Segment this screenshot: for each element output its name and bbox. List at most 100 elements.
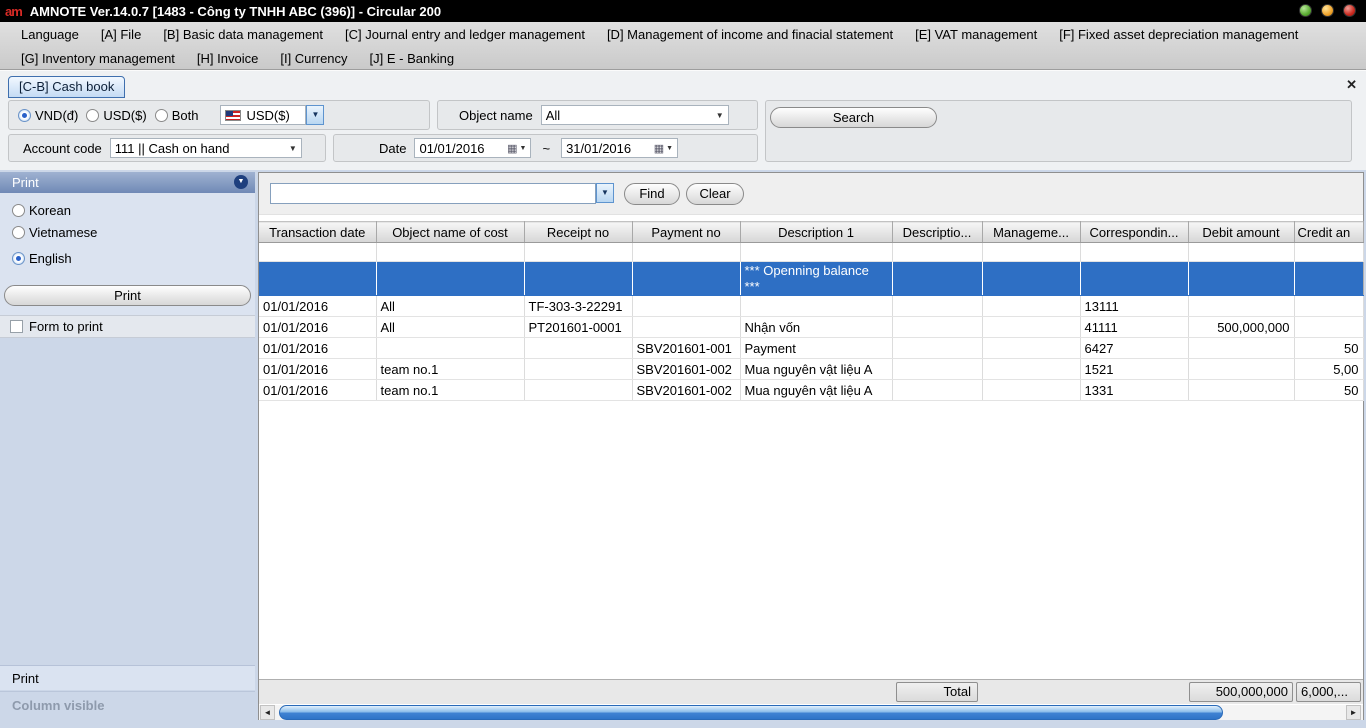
menu-row-1: Language [A] File [B] Basic data managem…: [0, 22, 1366, 46]
scroll-left-icon[interactable]: ◄: [260, 705, 275, 720]
menu-item-journal-entry[interactable]: [C] Journal entry and ledger management: [334, 27, 596, 42]
account-code-select[interactable]: 111 || Cash on hand ▼: [109, 138, 302, 158]
column-header-credit-amount[interactable]: Credit an: [1294, 221, 1364, 243]
print-button[interactable]: Print: [4, 285, 251, 306]
scroll-right-icon[interactable]: ►: [1346, 705, 1361, 720]
radio-korean[interactable]: [12, 203, 25, 217]
table-row[interactable]: 01/01/2016 All TF-303-3-22291 13111: [259, 295, 1364, 317]
column-header-management[interactable]: Manageme...: [982, 221, 1081, 243]
filter-zone: [C-B] Cash book ✕ VND(đ) USD($) Both USD…: [0, 70, 1366, 170]
menu-item-file[interactable]: [A] File: [90, 27, 152, 42]
column-header-description-1[interactable]: Description 1: [740, 221, 893, 243]
date-from-field[interactable]: 01/01/2016 ▦ ▼: [414, 138, 532, 158]
date-panel: Date 01/01/2016 ▦ ▼ ~ 31/01/2016 ▦ ▼: [333, 134, 758, 162]
column-header-corresponding[interactable]: Correspondin...: [1080, 221, 1189, 243]
object-name-panel: Object name All ▼: [437, 100, 758, 130]
menu-item-income-statement[interactable]: [D] Management of income and finacial st…: [596, 27, 904, 42]
find-input-dropdown-button[interactable]: ▼: [596, 183, 614, 203]
menu-item-invoice[interactable]: [H] Invoice: [186, 51, 269, 66]
table-header-row: Transaction date Object name of cost Rec…: [259, 221, 1364, 243]
currency-filter-panel: VND(đ) USD($) Both USD($) ▼: [8, 100, 430, 130]
column-header-transaction-date[interactable]: Transaction date: [259, 221, 377, 243]
column-header-payment-no[interactable]: Payment no: [632, 221, 741, 243]
radio-usd[interactable]: [86, 108, 100, 122]
menu-item-language[interactable]: Language: [10, 27, 90, 42]
radio-vietnamese[interactable]: [12, 225, 25, 239]
radio-english[interactable]: [12, 251, 25, 265]
radio-usd-label: USD($): [103, 107, 147, 123]
window-button-minimize[interactable]: [1299, 4, 1312, 17]
scrollbar-thumb[interactable]: [279, 705, 1223, 720]
date-label: Date: [379, 140, 407, 156]
close-icon[interactable]: ✕: [1346, 77, 1357, 93]
menu-item-basic-data[interactable]: [B] Basic data management: [152, 27, 334, 42]
find-button[interactable]: Find: [624, 183, 680, 205]
column-header-receipt-no[interactable]: Receipt no: [524, 221, 633, 243]
date-to-field[interactable]: 31/01/2016 ▦ ▼: [561, 138, 679, 158]
total-credit-amount: 6,000,...: [1296, 682, 1361, 702]
app-logo-icon: am: [5, 3, 23, 19]
title-bar: am AMNOTE Ver.14.0.7 [1483 - Công ty TNH…: [0, 0, 1366, 22]
menu-row-2: [G] Inventory management [H] Invoice [I]…: [0, 46, 1366, 70]
menu-item-inventory[interactable]: [G] Inventory management: [10, 51, 186, 66]
menu-item-vat[interactable]: [E] VAT management: [904, 27, 1048, 42]
table-row[interactable]: 01/01/2016 team no.1 SBV201601-002 Mua ng…: [259, 358, 1364, 380]
object-name-select[interactable]: All ▼: [540, 105, 729, 125]
window-button-close[interactable]: [1343, 4, 1356, 17]
find-input[interactable]: [270, 183, 596, 204]
tab-cash-book[interactable]: [C-B] Cash book: [8, 76, 126, 98]
date-from-value: 01/01/2016: [419, 140, 485, 156]
search-button[interactable]: Search: [770, 107, 937, 128]
chevron-down-icon: ▼: [715, 110, 724, 120]
collapse-panel-icon[interactable]: ▼: [234, 175, 248, 189]
form-to-print-row: Form to print: [0, 315, 255, 338]
window-button-maximize[interactable]: [1321, 4, 1334, 17]
column-header-debit-amount[interactable]: Debit amount: [1188, 221, 1295, 243]
radio-both-label: Both: [171, 107, 199, 123]
currency-select-value: USD($): [246, 107, 290, 123]
currency-select-dropdown-button[interactable]: ▼: [306, 105, 325, 125]
us-flag-icon: [225, 109, 242, 121]
transactions-table: Transaction date Object name of cost Rec…: [259, 221, 1364, 401]
print-panel-title: Print: [12, 175, 39, 190]
radio-vnd-label: VND(đ): [35, 107, 79, 123]
horizontal-scrollbar[interactable]: ◄ ►: [259, 705, 1363, 720]
currency-select[interactable]: USD($): [220, 105, 307, 125]
window-title: AMNOTE Ver.14.0.7 [1483 - Công ty TNHH A…: [29, 3, 442, 19]
menu-item-currency[interactable]: [I] Currency: [269, 51, 358, 66]
column-header-object-name[interactable]: Object name of cost: [376, 221, 525, 243]
menu-item-ebanking[interactable]: [J] E - Banking: [359, 51, 466, 66]
menu-item-fixed-asset[interactable]: [F] Fixed asset depreciation management: [1048, 27, 1309, 42]
print-panel-header[interactable]: Print ▼: [0, 172, 255, 193]
form-to-print-label: Form to print: [29, 319, 103, 334]
table-row[interactable]: 01/01/2016 All PT201601-0001 Nhận vốn 411…: [259, 316, 1364, 338]
clear-button[interactable]: Clear: [686, 183, 744, 205]
date-separator: ~: [542, 140, 551, 156]
account-code-value: 111 || Cash on hand: [114, 140, 230, 156]
search-panel: Search: [765, 100, 1352, 162]
table-row[interactable]: 01/01/2016 SBV201601-001 Payment 6427 50: [259, 337, 1364, 359]
account-code-panel: Account code 111 || Cash on hand ▼: [8, 134, 326, 162]
radio-vnd[interactable]: [18, 108, 31, 122]
object-name-label: Object name: [459, 107, 533, 123]
sidebar-item-print[interactable]: Print: [0, 665, 255, 690]
menu-bar: Language [A] File [B] Basic data managem…: [0, 22, 1366, 70]
radio-english-label: English: [29, 250, 72, 266]
table-row[interactable]: 01/01/2016 team no.1 SBV201601-002 Mua ng…: [259, 379, 1364, 401]
chevron-down-icon: ▼: [288, 143, 297, 153]
sidebar-item-column-visible[interactable]: Column visible: [0, 691, 255, 718]
chevron-down-icon[interactable]: ▼: [520, 145, 527, 152]
radio-korean-label: Korean: [29, 202, 71, 218]
total-label: Total: [896, 682, 978, 702]
opening-balance-row[interactable]: *** Openning balance ***: [259, 261, 1364, 296]
window-controls: [1299, 4, 1356, 17]
column-header-description-2[interactable]: Descriptio...: [892, 221, 983, 243]
print-sidebar: Print ▼ Korean Vietnamese English Print …: [0, 170, 255, 720]
form-to-print-checkbox[interactable]: [10, 320, 23, 333]
radio-both[interactable]: [154, 108, 168, 122]
calendar-icon[interactable]: ▦: [654, 142, 664, 155]
object-name-value: All: [545, 107, 561, 123]
find-toolbar: ▼ Find Clear: [259, 173, 1363, 215]
calendar-icon[interactable]: ▦: [507, 142, 517, 155]
chevron-down-icon[interactable]: ▼: [666, 145, 673, 152]
